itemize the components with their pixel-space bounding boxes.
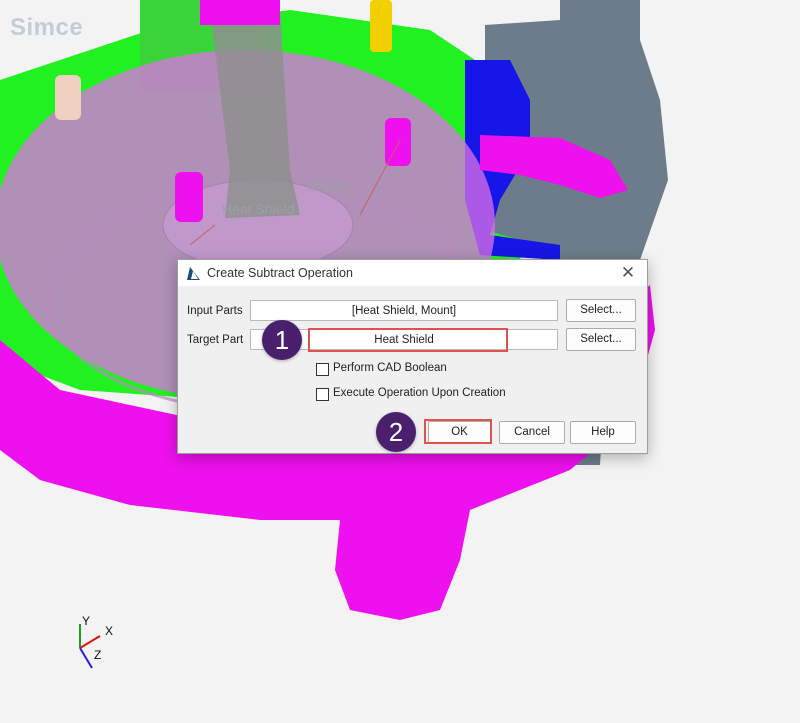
dialog-titlebar[interactable]: Create Subtract Operation ✕ bbox=[178, 260, 647, 286]
pin-right bbox=[385, 118, 411, 166]
input-parts-label: Input Parts bbox=[187, 305, 243, 317]
target-part-highlight-box bbox=[308, 328, 508, 352]
pin-left bbox=[55, 75, 81, 120]
checkbox-label: Execute Operation Upon Creation bbox=[333, 387, 506, 399]
dialog-title: Create Subtract Operation bbox=[207, 266, 353, 280]
input-parts-select-button[interactable]: Select... bbox=[566, 299, 636, 322]
ok-highlight-box bbox=[424, 419, 492, 444]
mount-label: Mount bbox=[308, 178, 347, 194]
callout-badge-1: 1 bbox=[262, 320, 302, 360]
input-parts-field[interactable]: [Heat Shield, Mount] bbox=[250, 300, 558, 321]
axis-triad-graphic bbox=[79, 624, 101, 669]
axis-triad: Y X Z bbox=[70, 612, 130, 674]
close-button[interactable]: ✕ bbox=[617, 262, 639, 284]
cancel-button[interactable]: Cancel bbox=[499, 421, 565, 444]
pin-center bbox=[175, 172, 203, 222]
callout-badge-2: 2 bbox=[376, 412, 416, 452]
target-part-label: Target Part bbox=[187, 334, 244, 346]
app-logo-icon bbox=[187, 267, 200, 280]
shaft-top-magenta bbox=[200, 0, 280, 25]
x-axis-label: X bbox=[105, 624, 114, 638]
help-button[interactable]: Help bbox=[570, 421, 636, 444]
y-axis-label: Y bbox=[82, 614, 91, 628]
watermark-text: Simce bbox=[10, 14, 84, 41]
z-axis-label: Z bbox=[94, 648, 102, 662]
checkbox-label: Perform CAD Boolean bbox=[333, 362, 447, 374]
pin-yellow bbox=[370, 0, 392, 52]
target-part-select-button[interactable]: Select... bbox=[566, 328, 636, 351]
checkbox-box[interactable] bbox=[316, 388, 329, 401]
heat-shield-label: Heat Shield bbox=[222, 201, 295, 217]
checkbox-box[interactable] bbox=[316, 363, 329, 376]
